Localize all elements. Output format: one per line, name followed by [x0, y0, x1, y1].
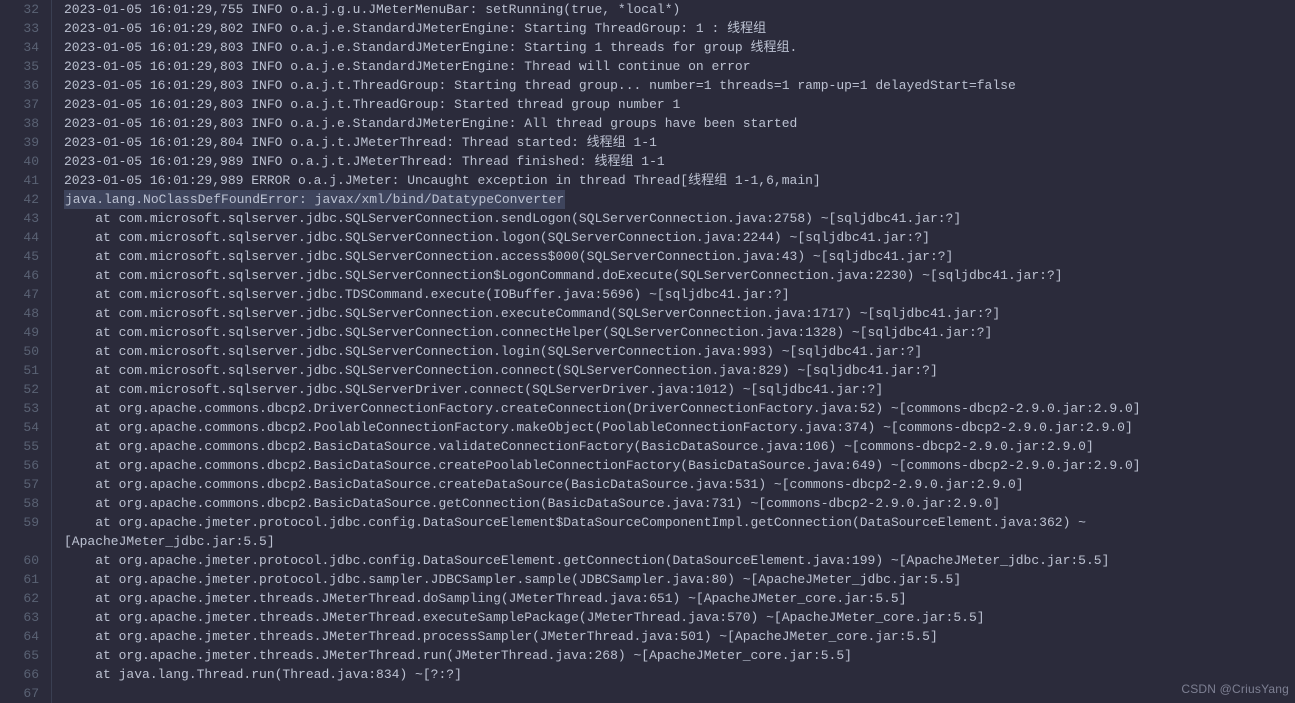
- log-line: 2023-01-05 16:01:29,803 INFO o.a.j.e.Sta…: [64, 57, 1295, 76]
- line-number: 51: [0, 361, 39, 380]
- log-line: at com.microsoft.sqlserver.jdbc.SQLServe…: [64, 209, 1295, 228]
- log-line: at org.apache.commons.dbcp2.PoolableConn…: [64, 418, 1295, 437]
- line-number: 39: [0, 133, 39, 152]
- log-line: 2023-01-05 16:01:29,803 INFO o.a.j.e.Sta…: [64, 114, 1295, 133]
- log-line: 2023-01-05 16:01:29,803 INFO o.a.j.e.Sta…: [64, 38, 1295, 57]
- log-line: at org.apache.commons.dbcp2.BasicDataSou…: [64, 494, 1295, 513]
- line-number: 37: [0, 95, 39, 114]
- log-line: java.lang.NoClassDefFoundError: javax/xm…: [64, 190, 1295, 209]
- line-number: 56: [0, 456, 39, 475]
- line-number: 49: [0, 323, 39, 342]
- line-number: 60: [0, 551, 39, 570]
- log-line: at org.apache.commons.dbcp2.BasicDataSou…: [64, 456, 1295, 475]
- log-line: at org.apache.jmeter.protocol.jdbc.confi…: [64, 551, 1295, 570]
- log-line: 2023-01-05 16:01:29,803 INFO o.a.j.t.Thr…: [64, 95, 1295, 114]
- line-number: 38: [0, 114, 39, 133]
- log-line: at com.microsoft.sqlserver.jdbc.SQLServe…: [64, 266, 1295, 285]
- log-line: at org.apache.jmeter.threads.JMeterThrea…: [64, 589, 1295, 608]
- log-line: at com.microsoft.sqlserver.jdbc.SQLServe…: [64, 361, 1295, 380]
- line-number: 64: [0, 627, 39, 646]
- line-number: 40: [0, 152, 39, 171]
- log-line: at org.apache.jmeter.protocol.jdbc.confi…: [64, 513, 1295, 551]
- log-line: at org.apache.jmeter.threads.JMeterThrea…: [64, 646, 1295, 665]
- line-number: 48: [0, 304, 39, 323]
- log-line: 2023-01-05 16:01:29,803 INFO o.a.j.t.Thr…: [64, 76, 1295, 95]
- line-number: 45: [0, 247, 39, 266]
- line-number: 55: [0, 437, 39, 456]
- line-number: 44: [0, 228, 39, 247]
- line-number: 46: [0, 266, 39, 285]
- line-number: 57: [0, 475, 39, 494]
- log-line: 2023-01-05 16:01:29,802 INFO o.a.j.e.Sta…: [64, 19, 1295, 38]
- log-line: at org.apache.jmeter.threads.JMeterThrea…: [64, 608, 1295, 627]
- log-line: at org.apache.jmeter.protocol.jdbc.sampl…: [64, 570, 1295, 589]
- line-number: 42: [0, 190, 39, 209]
- line-number: 41: [0, 171, 39, 190]
- log-content[interactable]: 2023-01-05 16:01:29,755 INFO o.a.j.g.u.J…: [52, 0, 1295, 703]
- line-number: 59: [0, 513, 39, 551]
- line-number: 32: [0, 0, 39, 19]
- log-line: at org.apache.commons.dbcp2.DriverConnec…: [64, 399, 1295, 418]
- line-number: 43: [0, 209, 39, 228]
- log-line: at org.apache.jmeter.threads.JMeterThrea…: [64, 627, 1295, 646]
- line-number-gutter: 3233343536373839404142434445464748495051…: [0, 0, 52, 703]
- line-number: 34: [0, 38, 39, 57]
- line-number: 66: [0, 665, 39, 684]
- log-line: at com.microsoft.sqlserver.jdbc.TDSComma…: [64, 285, 1295, 304]
- log-editor: 3233343536373839404142434445464748495051…: [0, 0, 1295, 703]
- line-number: 53: [0, 399, 39, 418]
- line-number: 62: [0, 589, 39, 608]
- log-line: at com.microsoft.sqlserver.jdbc.SQLServe…: [64, 380, 1295, 399]
- line-number: 33: [0, 19, 39, 38]
- watermark-text: CSDN @CriusYang: [1181, 680, 1289, 699]
- log-line: at com.microsoft.sqlserver.jdbc.SQLServe…: [64, 342, 1295, 361]
- log-line: at com.microsoft.sqlserver.jdbc.SQLServe…: [64, 228, 1295, 247]
- log-line: at org.apache.commons.dbcp2.BasicDataSou…: [64, 475, 1295, 494]
- log-line: 2023-01-05 16:01:29,989 INFO o.a.j.t.JMe…: [64, 152, 1295, 171]
- log-line: 2023-01-05 16:01:29,755 INFO o.a.j.g.u.J…: [64, 0, 1295, 19]
- highlighted-error: java.lang.NoClassDefFoundError: javax/xm…: [64, 190, 565, 209]
- line-number: 61: [0, 570, 39, 589]
- log-line: at com.microsoft.sqlserver.jdbc.SQLServe…: [64, 304, 1295, 323]
- line-number: 54: [0, 418, 39, 437]
- line-number: 50: [0, 342, 39, 361]
- log-line: 2023-01-05 16:01:29,804 INFO o.a.j.t.JMe…: [64, 133, 1295, 152]
- line-number: 67: [0, 684, 39, 703]
- line-number: 36: [0, 76, 39, 95]
- line-number: 58: [0, 494, 39, 513]
- line-number: 63: [0, 608, 39, 627]
- log-line: 2023-01-05 16:01:29,989 ERROR o.a.j.JMet…: [64, 171, 1295, 190]
- log-line: at com.microsoft.sqlserver.jdbc.SQLServe…: [64, 247, 1295, 266]
- line-number: 47: [0, 285, 39, 304]
- line-number: 35: [0, 57, 39, 76]
- log-line: at com.microsoft.sqlserver.jdbc.SQLServe…: [64, 323, 1295, 342]
- log-line: [64, 684, 1295, 703]
- line-number: 65: [0, 646, 39, 665]
- log-line: at java.lang.Thread.run(Thread.java:834)…: [64, 665, 1295, 684]
- line-number: 52: [0, 380, 39, 399]
- log-line: at org.apache.commons.dbcp2.BasicDataSou…: [64, 437, 1295, 456]
